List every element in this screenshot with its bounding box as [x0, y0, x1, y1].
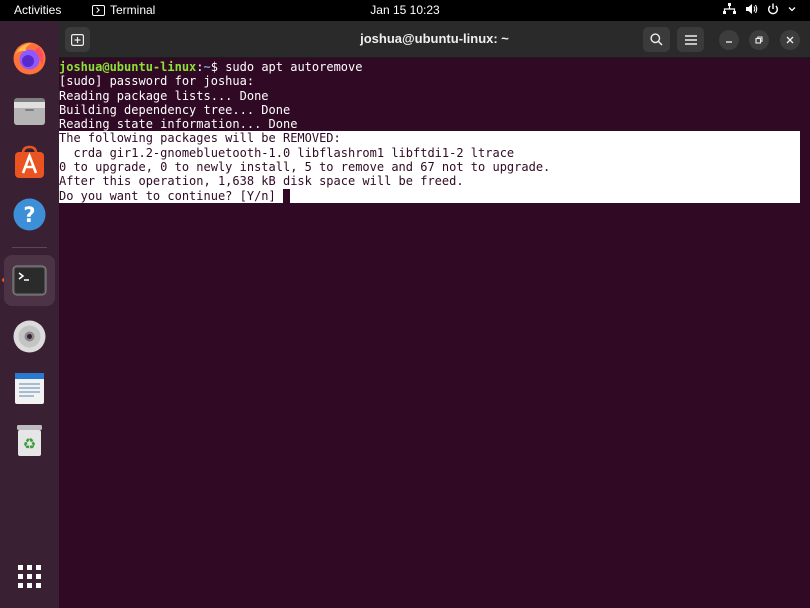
software-store-icon — [15, 145, 44, 178]
command-text: sudo apt autoremove — [225, 60, 363, 74]
terminal-window: joshua@ubuntu-linux: ~ joshua@ubuntu-lin… — [59, 21, 810, 608]
prompt-path: ~ — [203, 60, 211, 74]
output-line: Reading package lists... Done — [59, 88, 269, 103]
restore-icon — [755, 36, 763, 44]
output-line: [sudo] password for joshua: — [59, 74, 255, 89]
selected-output-line: After this operation, 1,638 kB disk spac… — [59, 174, 800, 189]
hamburger-menu-button[interactable] — [677, 27, 704, 52]
dock-item-trash[interactable]: ♻ — [4, 415, 55, 466]
app-menu-label: Terminal — [110, 3, 156, 17]
dock-item-text-editor[interactable] — [4, 363, 55, 414]
search-icon — [650, 33, 663, 46]
files-icon — [14, 98, 45, 125]
new-tab-icon — [71, 33, 84, 46]
header-bar[interactable]: joshua@ubuntu-linux: ~ — [59, 21, 810, 58]
prompt-separator: : — [196, 60, 204, 74]
activities-button[interactable]: Activities — [14, 3, 61, 17]
selected-output-line: The following packages will be REMOVED: — [59, 131, 800, 146]
selected-output-line: 0 to upgrade, 0 to newly install, 5 to r… — [59, 160, 800, 175]
text-cursor — [282, 188, 290, 203]
dock: ? ♻ — [0, 21, 59, 608]
dock-item-firefox[interactable] — [4, 33, 55, 84]
show-applications-button[interactable] — [4, 551, 55, 602]
close-icon — [786, 36, 794, 44]
output-line: Building dependency tree... Done — [59, 102, 291, 117]
system-tray[interactable] — [723, 3, 796, 15]
terminal-output[interactable]: joshua@ubuntu-linux:~$ sudo apt autoremo… — [59, 58, 810, 608]
close-button[interactable] — [780, 30, 800, 50]
dock-item-help[interactable]: ? — [4, 189, 55, 240]
dock-item-terminal[interactable] — [4, 255, 55, 306]
search-button[interactable] — [643, 27, 670, 52]
new-tab-button[interactable] — [65, 27, 90, 52]
firefox-icon — [13, 42, 46, 75]
maximize-button[interactable] — [749, 30, 769, 50]
continue-prompt: Do you want to continue? [Y/n] — [59, 188, 283, 203]
prompt-line: joshua@ubuntu-linux:~$ sudo apt autoremo… — [59, 60, 810, 74]
network-icon — [723, 3, 736, 14]
volume-icon — [746, 4, 758, 14]
dock-item-files[interactable] — [4, 85, 55, 136]
continue-prompt-line: Do you want to continue? [Y/n] — [59, 188, 800, 203]
selected-output-line: crda gir1.2-gnomebluetooth-1.0 libflashr… — [59, 145, 800, 161]
top-bar: Activities Terminal Jan 15 10:23 — [0, 0, 810, 21]
prompt-user: joshua@ubuntu-linux — [59, 60, 197, 74]
output-line: Reading state information... Done — [59, 117, 298, 132]
svg-text:♻: ♻ — [23, 435, 36, 453]
text-editor-icon — [15, 373, 44, 404]
app-grid-icon — [18, 565, 41, 588]
clock[interactable]: Jan 15 10:23 — [370, 3, 439, 17]
svg-text:?: ? — [23, 203, 35, 227]
prompt-symbol: $ — [210, 60, 226, 74]
chevron-down-icon — [788, 7, 796, 12]
app-menu[interactable]: Terminal — [92, 3, 155, 17]
trash-icon: ♻ — [17, 425, 42, 456]
help-icon: ? — [13, 198, 46, 231]
minimize-button[interactable] — [719, 30, 739, 50]
dock-item-disc[interactable] — [4, 311, 55, 362]
minimize-icon — [726, 41, 732, 43]
terminal-icon — [92, 4, 105, 16]
power-icon — [768, 3, 778, 15]
hamburger-icon — [684, 34, 697, 45]
disc-icon — [13, 320, 46, 353]
terminal-app-icon — [12, 265, 47, 296]
dock-item-ubuntu-software[interactable] — [4, 137, 55, 188]
